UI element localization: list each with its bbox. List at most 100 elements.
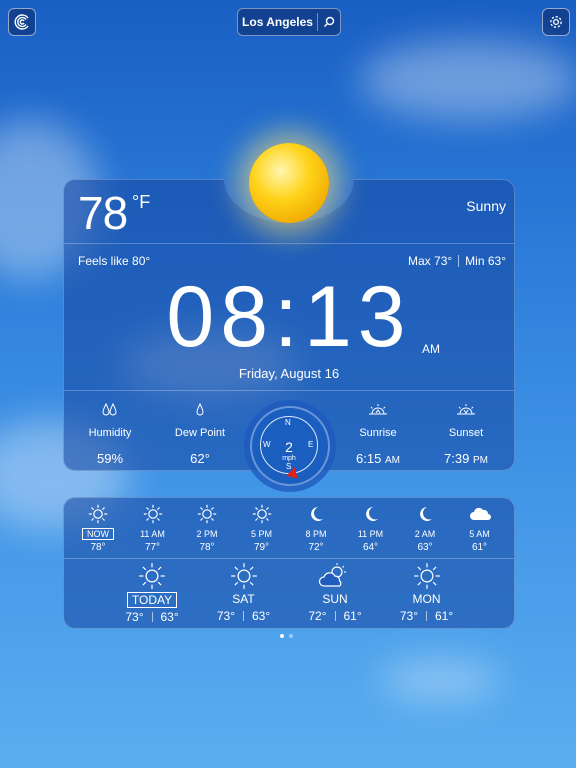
daily-label: MON (412, 592, 441, 606)
hourly-label: NOW (82, 528, 114, 540)
hourly-item: NOW 78° (71, 504, 125, 553)
sunset-icon (426, 402, 506, 422)
sunset-value: 7:39 PM (426, 451, 506, 466)
daily-high: 73° (216, 609, 235, 623)
hourly-temp: 78° (199, 542, 215, 553)
sunrise-ampm: AM (384, 455, 400, 466)
sunrise-icon (338, 402, 418, 422)
forecast-panel[interactable]: NOW 78° 11 AM 77° 2 PM 78° 5 PM 79° 8 PM 72° 11 PM… (63, 497, 515, 629)
moon-icon (398, 504, 452, 524)
temperature-unit[interactable]: °F (132, 192, 150, 213)
hourly-label: 2 AM (414, 529, 436, 539)
sun-icon (71, 504, 125, 524)
daily-high: 72° (308, 609, 327, 623)
sun-icon (381, 562, 473, 590)
divider (64, 558, 514, 559)
hourly-label: 5 PM (250, 529, 272, 539)
current-date: Friday, August 16 (238, 366, 340, 381)
city-name[interactable]: Los Angeles (238, 13, 318, 31)
daily-label: TODAY (126, 592, 178, 608)
sun-icon (180, 504, 234, 524)
gear-icon (548, 14, 564, 30)
cloud-icon (453, 504, 507, 524)
sunrise-label: Sunrise (359, 427, 397, 439)
hourly-temp: 72° (308, 542, 324, 553)
hourly-temp: 79° (253, 542, 270, 553)
daily-temps: 73° 61° (381, 609, 473, 623)
daily-temps: 73° 63° (106, 610, 198, 624)
humidity-icon (70, 402, 150, 422)
max-temp: Max 73° (408, 254, 453, 268)
dew-point-label: Dew Point (174, 427, 226, 439)
settings-button[interactable] (542, 8, 570, 36)
humidity-stat: Humidity 59% (70, 402, 150, 466)
hourly-label: 11 AM (140, 529, 165, 539)
hourly-item: 11 PM 64° (344, 504, 398, 553)
hourly-label: 2 PM (196, 529, 218, 539)
daily-label: SUN (322, 592, 348, 606)
feels-like: Feels like 80° (78, 254, 151, 268)
sunrise-value: 6:15 AM (338, 451, 418, 466)
daily-temps: 73° 63° (198, 609, 290, 623)
sun-icon (235, 504, 289, 524)
humidity-value: 59% (96, 451, 124, 466)
location-search[interactable]: Los Angeles (237, 8, 341, 36)
partly-cloudy-icon (289, 562, 381, 590)
sunrise-stat: Sunrise 6:15 AM (338, 402, 418, 466)
compass-north: N (285, 418, 291, 427)
moon-icon (344, 504, 398, 524)
sun-icon (126, 504, 180, 524)
hourly-item: 2 PM 78° (180, 504, 234, 553)
sun-icon (106, 562, 198, 590)
app-logo-button[interactable] (8, 8, 36, 36)
daily-temps: 72° 61° (289, 609, 381, 623)
page-dot[interactable] (289, 634, 293, 638)
hourly-item: 5 PM 79° (235, 504, 289, 553)
min-temp: Min 63° (465, 254, 506, 268)
sunrise-time: 6:15 (356, 451, 382, 466)
clock-time: 08:13 (166, 269, 412, 365)
moon-icon (289, 504, 343, 524)
page-dot[interactable] (280, 634, 284, 638)
wind-compass: N E S W 2 mph (250, 406, 330, 486)
hourly-temp: 63° (417, 542, 433, 553)
dew-point-stat: Dew Point 62° (160, 402, 240, 466)
sunset-ampm: PM (472, 455, 488, 466)
humidity-label: Humidity (88, 427, 132, 439)
divider (64, 390, 514, 391)
clock-ampm: AM (422, 342, 440, 356)
app-logo-icon (14, 14, 30, 30)
current-temperature: 78 (78, 187, 128, 239)
hourly-item: 2 AM 63° (398, 504, 452, 553)
daily-high: 73° (125, 610, 144, 624)
daily-item: SUN 72° 61° (289, 562, 381, 623)
droplet-icon (160, 402, 240, 422)
max-min-temps: Max 73° Min 63° (408, 254, 506, 268)
daily-label: SAT (232, 592, 255, 606)
daily-high: 73° (399, 609, 418, 623)
daily-low: 63° (252, 609, 271, 623)
daily-low: 61° (343, 609, 362, 623)
dew-point-value: 62° (190, 451, 210, 466)
daily-item: TODAY 73° 63° (106, 562, 198, 624)
daily-low: 61° (435, 609, 454, 623)
compass-ring: N E S W 2 mph (260, 416, 318, 474)
wind-unit: mph (282, 455, 296, 462)
sunset-stat: Sunset 7:39 PM (426, 402, 506, 466)
hourly-temp: 61° (471, 542, 488, 553)
hourly-temp: 78° (90, 542, 106, 553)
wind-speed: 2 (285, 439, 293, 455)
hourly-temp: 64° (362, 542, 379, 553)
divider (64, 243, 514, 244)
sunset-time: 7:39 (444, 451, 470, 466)
daily-low: 63° (160, 610, 179, 624)
hourly-temp: 77° (144, 542, 161, 553)
sun-icon (249, 143, 329, 223)
hourly-label: 11 PM (357, 529, 384, 539)
condition-text: Sunny (466, 198, 506, 214)
hourly-label: 5 AM (469, 529, 490, 539)
page-indicator[interactable] (280, 634, 293, 638)
hourly-item: 11 AM 77° (126, 504, 180, 553)
daily-item: SAT 73° 63° (198, 562, 290, 623)
search-icon[interactable] (318, 16, 340, 28)
